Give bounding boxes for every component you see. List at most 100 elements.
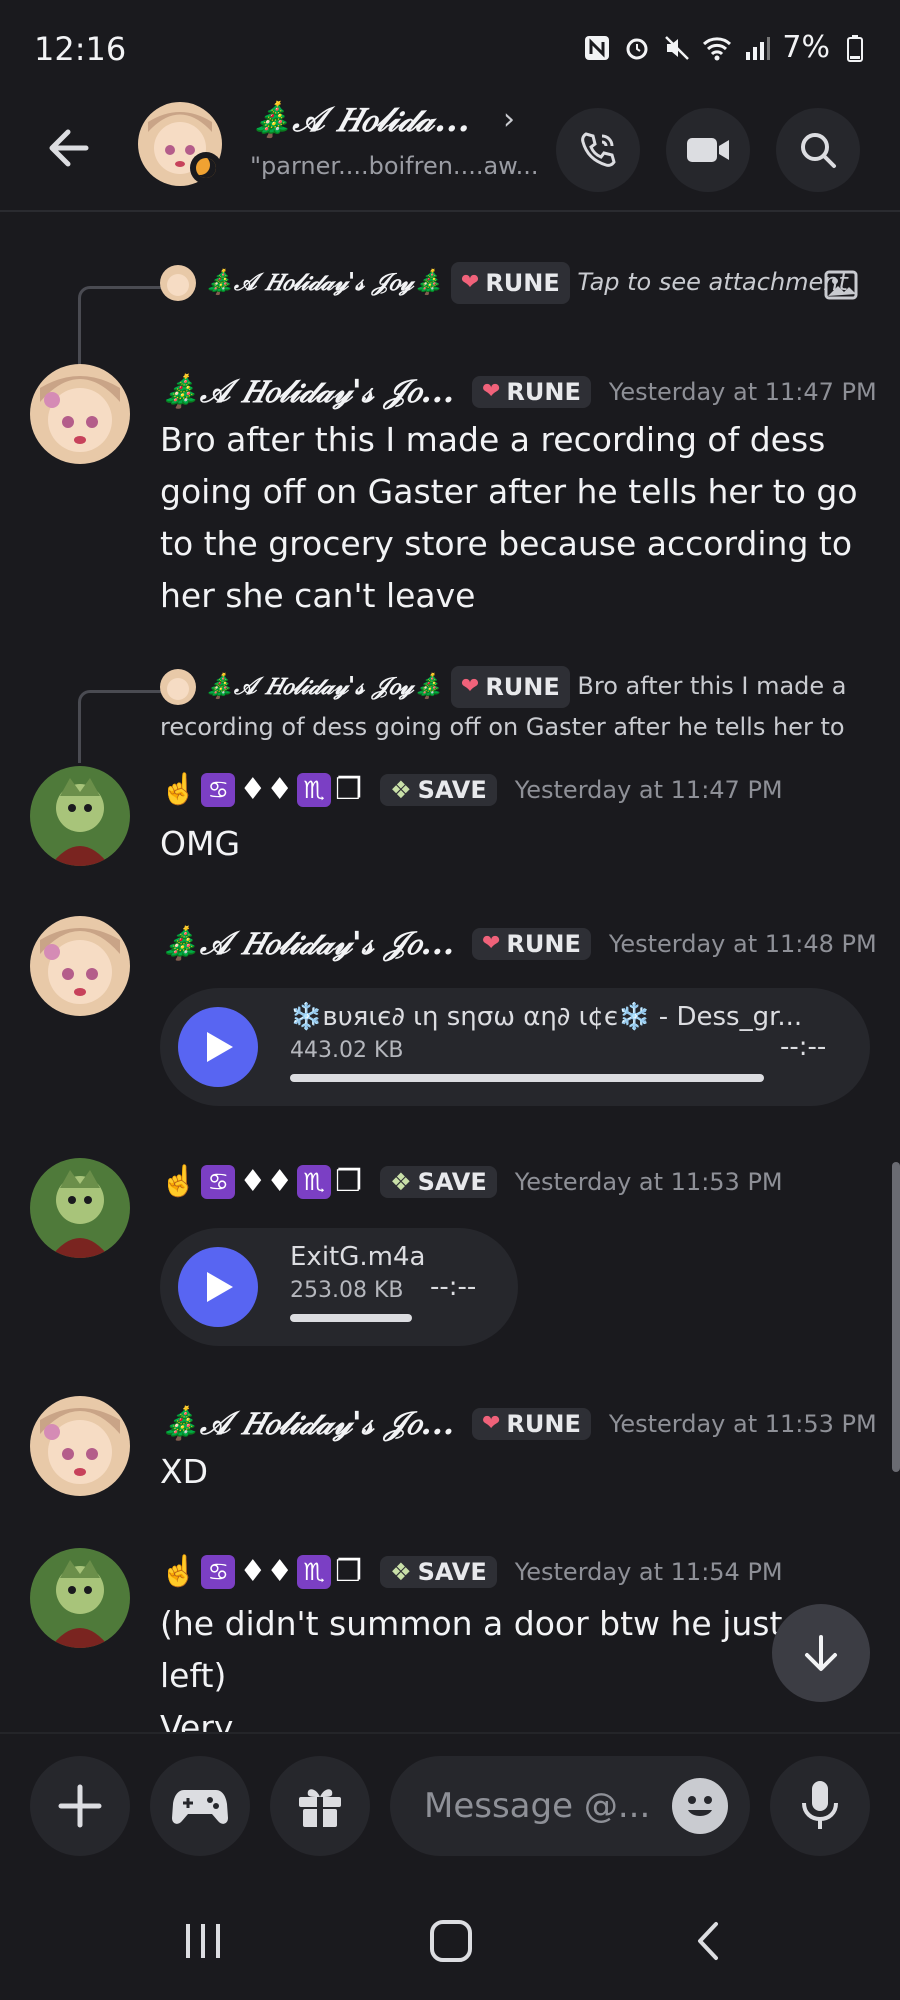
back-arrow-icon	[49, 129, 89, 167]
idle-status-icon	[190, 152, 222, 184]
recent-apps-icon[interactable]	[180, 1918, 226, 1964]
message-text: XD	[160, 1452, 209, 1491]
role-tag: ❖ SAVE	[380, 1165, 497, 1198]
author-name[interactable]: ☝️ ♋ ♦♦ ♏ ❐	[160, 1164, 362, 1199]
jump-to-bottom-button[interactable]	[772, 1604, 870, 1702]
voice-call-button[interactable]	[556, 108, 640, 192]
image-icon	[824, 270, 858, 300]
search-button[interactable]	[776, 108, 860, 192]
role-tag: ❤ RUNE	[450, 262, 570, 304]
voice-call-icon	[581, 132, 616, 167]
timestamp: Yesterday at 11:47 PM	[608, 377, 877, 406]
audio-title: ExitG.m4a	[290, 1242, 426, 1272]
play-button[interactable]	[178, 1247, 258, 1327]
reply-avatar	[160, 669, 196, 705]
author-avatar[interactable]	[30, 916, 130, 1016]
audio-size: 253.08 KB	[290, 1278, 404, 1303]
arrow-down-icon	[805, 1635, 837, 1671]
gift-icon	[299, 1789, 341, 1827]
author-name[interactable]: 🎄𝒜 𝐻𝑜𝓁𝒾𝒹𝒶𝓎'𝓈 𝒥𝑜...	[160, 1404, 454, 1443]
heart-icon: ❤	[481, 379, 501, 404]
reply-preview[interactable]: 🎄𝒜 𝐻𝑜𝓁𝒾𝒹𝒶𝓎'𝓈 𝒥𝑜𝓎🎄 ❤ RUNE Tap to see attac…	[160, 262, 860, 304]
diamond-icon: ❖	[390, 1167, 412, 1196]
message-header: 🎄𝒜 𝐻𝑜𝓁𝒾𝒹𝒶𝓎'𝓈 𝒥𝑜... ❤ RUNE Yesterday at 11…	[160, 372, 877, 411]
wifi-icon	[702, 33, 732, 63]
audio-duration: --:--	[780, 1032, 827, 1062]
author-avatar[interactable]	[30, 364, 130, 464]
author-avatar[interactable]	[30, 1548, 130, 1648]
battery-icon	[840, 33, 870, 63]
author-name[interactable]: 🎄𝒜 𝐻𝑜𝓁𝒾𝒹𝒶𝓎'𝓈 𝒥𝑜...	[160, 372, 454, 411]
heart-icon: ❤	[460, 674, 480, 699]
reply-preview[interactable]: 🎄𝒜 𝐻𝑜𝓁𝒾𝒹𝒶𝓎'𝓈 𝒥𝑜𝓎🎄 ❤ RUNE Bro after this I…	[160, 666, 860, 746]
author-avatar[interactable]	[30, 1158, 130, 1258]
status-bar: 12:16 7%	[0, 0, 900, 100]
back-button[interactable]	[40, 118, 100, 178]
channel-subtitle[interactable]: "parner....boifren....aw...	[250, 152, 538, 180]
heart-icon: ❤	[481, 931, 501, 956]
audio-progress-bar[interactable]	[290, 1074, 764, 1082]
audio-attachment: ExitG.m4a 253.08 KB --:--	[160, 1228, 518, 1346]
smiley-icon	[688, 1796, 712, 1816]
role-tag: ❤ RUNE	[471, 375, 591, 408]
message-text: Bro after this I made a recording of des…	[160, 420, 858, 615]
author-avatar[interactable]	[30, 1396, 130, 1496]
reply-avatar	[160, 265, 196, 301]
channel-header: 🎄𝒜 𝐻𝑜𝓁𝒾𝒹𝒶... › "parner....boifren....aw.…	[0, 100, 900, 212]
author-name[interactable]: ☝️ ♋ ♦♦ ♏ ❐	[160, 772, 362, 807]
message-header: 🎄𝒜 𝐻𝑜𝓁𝒾𝒹𝒶𝓎'𝓈 𝒥𝑜... ❤ RUNE Yesterday at 11…	[160, 924, 877, 963]
scrollbar[interactable]	[892, 1162, 900, 1472]
reply-connector	[78, 286, 161, 369]
timestamp: Yesterday at 11:53 PM	[608, 1409, 877, 1438]
message-header: ☝️ ♋ ♦♦ ♏ ❐ ❖ SAVE Yesterday at 11:53 PM	[160, 1164, 783, 1199]
role-tag: ❤ RUNE	[450, 666, 570, 708]
author-name[interactable]: 🎄𝒜 𝐻𝑜𝓁𝒾𝒹𝒶𝓎'𝓈 𝒥𝑜...	[160, 924, 454, 963]
message-header: 🎄𝒜 𝐻𝑜𝓁𝒾𝒹𝒶𝓎'𝓈 𝒥𝑜... ❤ RUNE Yesterday at 11…	[160, 1404, 877, 1443]
plus-icon	[58, 1784, 102, 1828]
play-button[interactable]	[178, 1007, 258, 1087]
author-avatar[interactable]	[30, 766, 130, 866]
video-call-icon	[687, 138, 729, 162]
heart-icon: ❤	[481, 1411, 501, 1436]
reply-text: Tap to see attachment	[577, 268, 848, 296]
microphone-icon	[802, 1781, 838, 1829]
audio-progress-bar[interactable]	[290, 1314, 412, 1322]
message-input[interactable]: Message @...	[390, 1756, 750, 1856]
timestamp: Yesterday at 11:48 PM	[608, 929, 877, 958]
voice-message-button[interactable]	[770, 1756, 870, 1856]
play-icon	[207, 1032, 233, 1062]
role-tag: ❖ SAVE	[380, 1555, 497, 1588]
reply-author: 🎄𝒜 𝐻𝑜𝓁𝒾𝒹𝒶𝓎'𝓈 𝒥𝑜𝓎🎄	[204, 267, 444, 296]
reply-connector	[78, 690, 161, 763]
channel-title[interactable]: 🎄𝒜 𝐻𝑜𝓁𝒾𝒹𝒶...	[250, 100, 470, 140]
video-call-button[interactable]	[666, 108, 750, 192]
audio-duration: --:--	[430, 1272, 477, 1302]
author-name[interactable]: ☝️ ♋ ♦♦ ♏ ❐	[160, 1554, 362, 1589]
timestamp: Yesterday at 11:53 PM	[514, 1167, 783, 1196]
heart-icon: ❤	[460, 270, 480, 295]
diamond-icon: ❖	[390, 775, 412, 804]
add-attachment-button[interactable]	[30, 1756, 130, 1856]
mute-icon	[662, 33, 692, 63]
message-input-placeholder: Message @...	[424, 1786, 651, 1826]
search-icon	[801, 133, 836, 168]
role-tag: ❤ RUNE	[471, 1407, 591, 1440]
role-tag: ❖ SAVE	[380, 773, 497, 806]
signal-icon	[742, 33, 772, 63]
audio-attachment: ❄️вυяιє∂ ιη ѕησω αη∂ ι¢є❄️ - Dess_gr... …	[160, 988, 870, 1106]
activities-button[interactable]	[150, 1756, 250, 1856]
status-time: 12:16	[34, 30, 127, 68]
timestamp: Yesterday at 11:47 PM	[514, 775, 783, 804]
gift-button[interactable]	[270, 1756, 370, 1856]
battery-percent: 7%	[782, 30, 830, 65]
reply-author: 🎄𝒜 𝐻𝑜𝓁𝒾𝒹𝒶𝓎'𝓈 𝒥𝑜𝓎🎄	[204, 671, 444, 700]
emoji-button[interactable]	[672, 1778, 728, 1834]
audio-title: ❄️вυяιє∂ ιη ѕησω αη∂ ι¢є❄️ - Dess_gr...	[290, 1002, 803, 1032]
message-text: Very	[160, 1708, 234, 1732]
gamepad-icon	[172, 1790, 228, 1824]
system-nav-bar	[0, 1892, 900, 2000]
message-list[interactable]: 🎄𝒜 𝐻𝑜𝓁𝒾𝒹𝒶𝓎'𝓈 𝒥𝑜𝓎🎄 ❤ RUNE Tap to see attac…	[0, 212, 900, 1732]
back-icon[interactable]	[686, 1918, 732, 1964]
message-header: ☝️ ♋ ♦♦ ♏ ❐ ❖ SAVE Yesterday at 11:54 PM	[160, 1554, 783, 1589]
home-icon[interactable]	[428, 1918, 474, 1964]
